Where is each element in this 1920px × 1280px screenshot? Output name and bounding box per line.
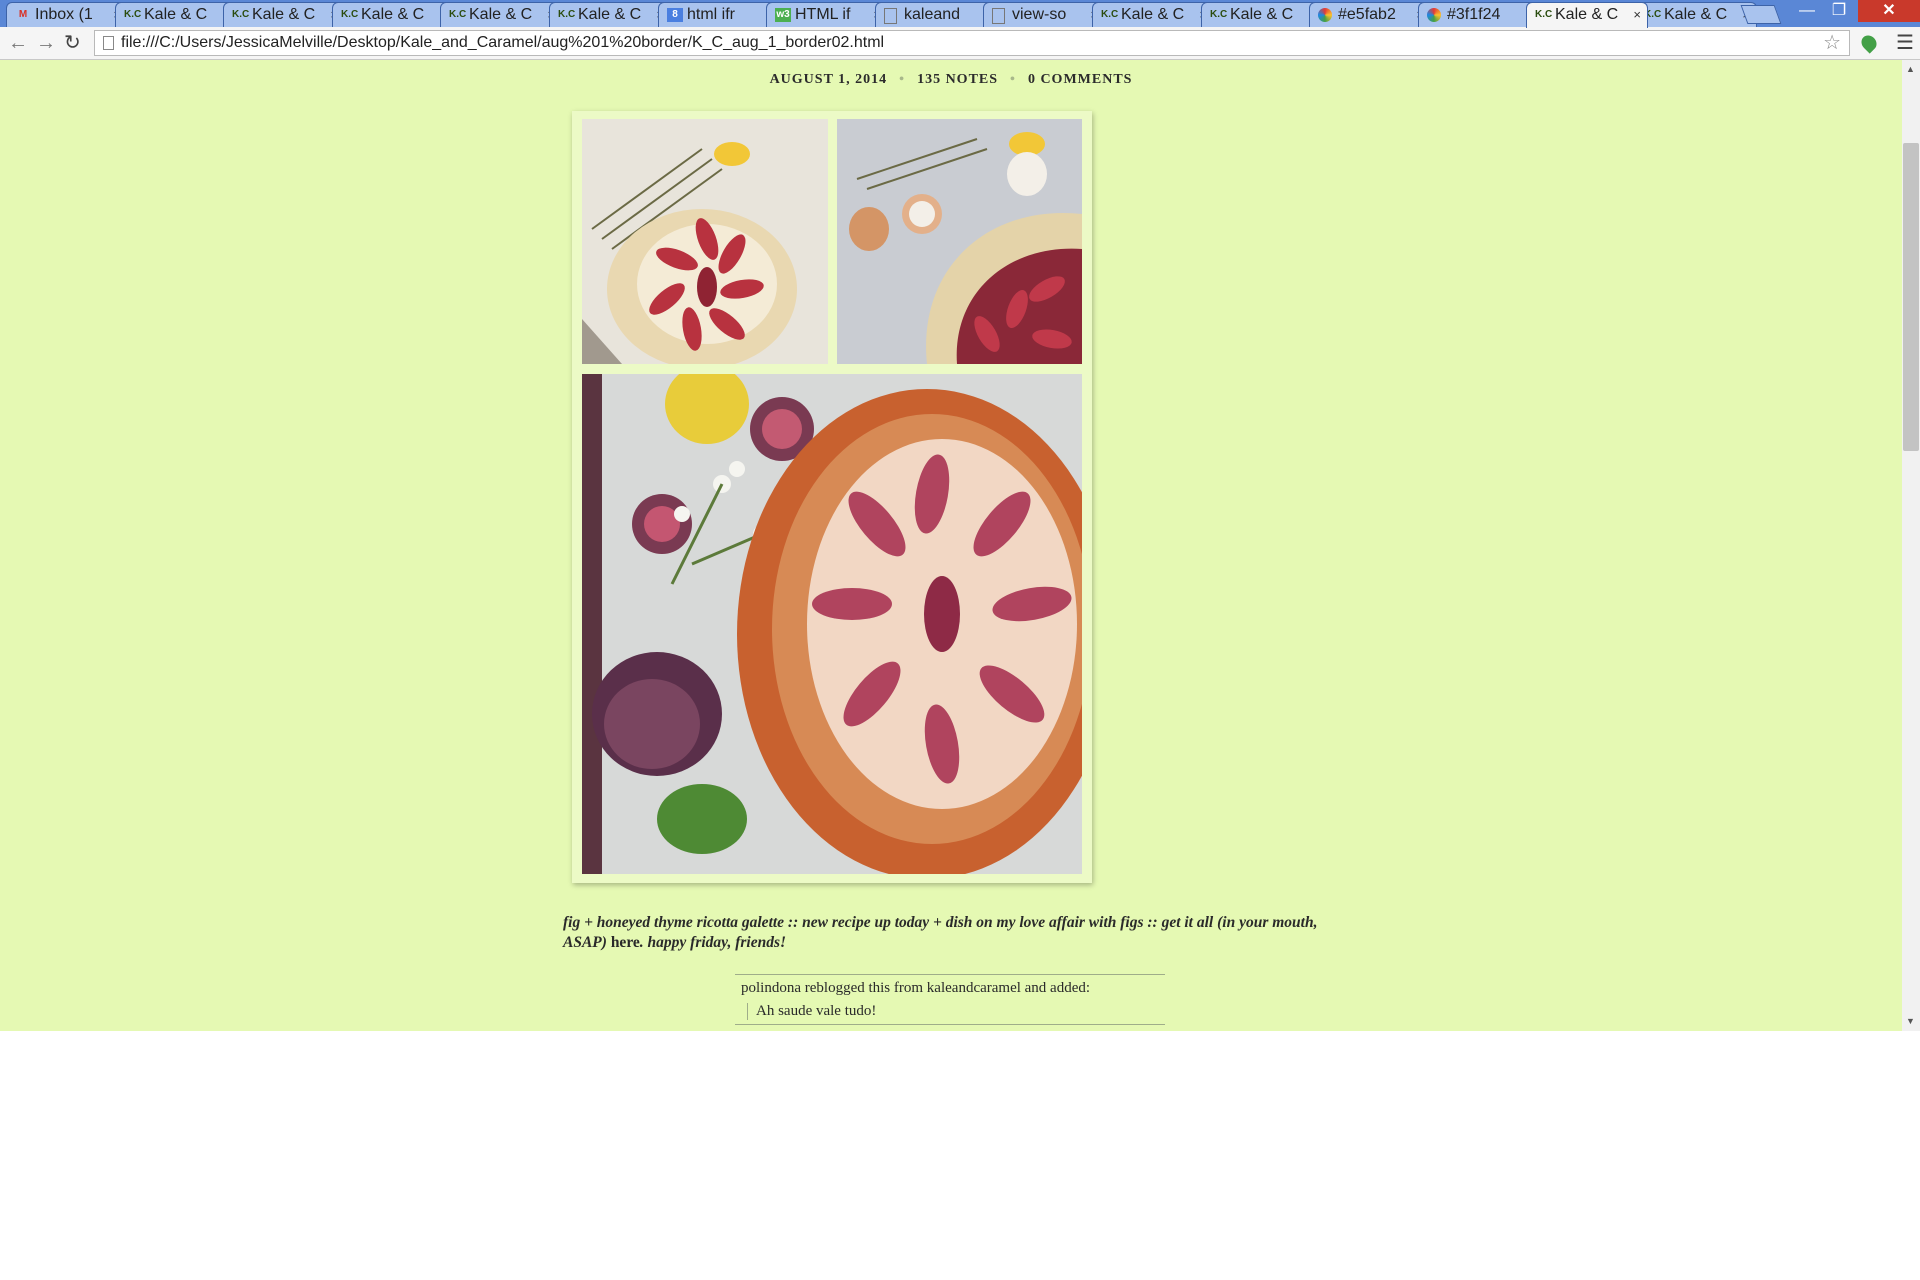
browser-tab[interactable]: kaleand× bbox=[875, 2, 997, 27]
tab-title: Kale & C bbox=[469, 6, 533, 23]
reblog-quote: Ah saude vale tudo! bbox=[747, 1003, 1159, 1020]
tab-title: Kale & C bbox=[361, 6, 425, 23]
site-favicon-icon: K.C bbox=[449, 9, 467, 20]
w3-icon: w3 bbox=[775, 8, 791, 22]
maximize-button[interactable]: ❐ bbox=[1824, 0, 1854, 22]
bookmark-star-icon[interactable]: ☆ bbox=[1823, 31, 1841, 55]
caption-end: . happy friday, friends! bbox=[639, 934, 787, 951]
color-picker-icon bbox=[1427, 8, 1441, 22]
browser-tab[interactable]: 8html ifr× bbox=[658, 2, 780, 27]
color-picker-icon bbox=[1318, 8, 1332, 22]
site-favicon-icon: K.C bbox=[232, 9, 250, 20]
browser-tab[interactable]: view-so× bbox=[983, 2, 1105, 27]
tab-title: Kale & C bbox=[1121, 6, 1185, 23]
galette-raw-photo[interactable] bbox=[582, 119, 828, 364]
browser-tab[interactable]: #3f1f24× bbox=[1418, 2, 1540, 27]
post-notes-count[interactable]: 135 NOTES bbox=[917, 72, 998, 87]
gmail-icon: M bbox=[18, 9, 28, 20]
browser-tab[interactable]: w3HTML if× bbox=[766, 2, 888, 27]
scrollbar-thumb[interactable] bbox=[1903, 143, 1919, 451]
browser-tab[interactable]: K.CKale & C× bbox=[440, 2, 562, 27]
site-favicon-icon: K.C bbox=[1535, 9, 1553, 20]
google-icon: 8 bbox=[667, 8, 683, 22]
tab-title: Kale & C bbox=[1555, 6, 1619, 23]
browser-tab[interactable]: #e5fab2× bbox=[1309, 2, 1431, 27]
close-tab-icon[interactable]: × bbox=[1633, 3, 1641, 27]
browser-tab[interactable]: K.CKale & C× bbox=[115, 2, 237, 27]
page-icon bbox=[884, 8, 897, 24]
address-bar[interactable]: file:///C:/Users/JessicaMelville/Desktop… bbox=[94, 30, 1850, 56]
post-caption: fig + honeyed thyme ricotta galette :: n… bbox=[563, 913, 1323, 953]
site-favicon-icon: K.C bbox=[1101, 9, 1119, 20]
site-favicon-icon: K.C bbox=[341, 9, 359, 20]
tab-title: kaleand bbox=[904, 6, 961, 23]
tab-title: #e5fab2 bbox=[1338, 6, 1396, 23]
tab-title: Inbox (1 bbox=[35, 6, 93, 23]
post-date[interactable]: AUGUST 1, 2014 bbox=[770, 72, 888, 87]
menu-icon[interactable]: ☰ bbox=[1896, 30, 1914, 56]
reload-icon[interactable]: ↻ bbox=[64, 31, 81, 55]
post-meta: AUGUST 1, 2014 • 135 NOTES • 0 COMMENTS bbox=[769, 72, 1133, 87]
browser-tab[interactable]: K.CKale & C× bbox=[1201, 2, 1323, 27]
recipe-link[interactable]: here bbox=[611, 934, 640, 951]
tab-title: HTML if bbox=[795, 6, 851, 23]
browser-tab[interactable]: K.CKale & C× bbox=[1635, 2, 1757, 27]
browser-tab[interactable]: K.CKale & C× bbox=[549, 2, 671, 27]
browser-tab[interactable]: K.CKale & C× bbox=[1092, 2, 1214, 27]
scroll-down-arrow-icon[interactable]: ▼ bbox=[1906, 1016, 1915, 1026]
scroll-up-arrow-icon[interactable]: ▲ bbox=[1906, 64, 1915, 74]
blog-page: AUGUST 1, 2014•135 NOTES•0 COMMENTS bbox=[0, 60, 1902, 1031]
browser-toolbar: ← → ↻ file:///C:/Users/JessicaMelville/D… bbox=[0, 27, 1920, 60]
post-comments-count[interactable]: 0 COMMENTS bbox=[1028, 72, 1133, 87]
tab-title: Kale & C bbox=[578, 6, 642, 23]
page-icon bbox=[992, 8, 1005, 24]
tab-title: Kale & C bbox=[252, 6, 316, 23]
site-favicon-icon: K.C bbox=[558, 9, 576, 20]
galette-folded-photo[interactable] bbox=[837, 119, 1082, 364]
new-tab-button[interactable] bbox=[1740, 5, 1782, 24]
tab-title: html ifr bbox=[687, 6, 735, 23]
browser-tab[interactable]: K.CKale & C × bbox=[1526, 2, 1648, 28]
site-favicon-icon: K.C bbox=[124, 9, 142, 20]
minimize-button[interactable]: — bbox=[1792, 0, 1822, 22]
galette-baked-photo[interactable] bbox=[582, 374, 1082, 874]
tab-title: Kale & C bbox=[1230, 6, 1294, 23]
browser-tab[interactable]: K.CKale & C× bbox=[332, 2, 454, 27]
tab-strip: MInbox (1×K.CKale & C×K.CKale & C×K.CKal… bbox=[0, 0, 1920, 28]
browser-tab[interactable]: MInbox (1× bbox=[6, 2, 128, 27]
close-window-button[interactable]: ✕ bbox=[1858, 0, 1920, 22]
extension-icon[interactable] bbox=[1858, 32, 1880, 54]
tab-title: Kale & C bbox=[1664, 6, 1728, 23]
reblog-note: polindona reblogged this from kaleandcar… bbox=[735, 974, 1165, 1025]
browser-tab[interactable]: K.CKale & C× bbox=[223, 2, 345, 27]
forward-icon[interactable]: → bbox=[36, 31, 56, 55]
reblog-line[interactable]: polindona reblogged this from kaleandcar… bbox=[741, 980, 1159, 997]
tab-title: Kale & C bbox=[144, 6, 208, 23]
tab-title: view-so bbox=[1012, 6, 1067, 23]
site-favicon-icon: K.C bbox=[1210, 9, 1228, 20]
photoset bbox=[572, 111, 1092, 883]
tab-title: #3f1f24 bbox=[1447, 6, 1501, 23]
page-icon bbox=[103, 36, 114, 50]
url-text[interactable]: file:///C:/Users/JessicaMelville/Desktop… bbox=[121, 31, 884, 55]
back-icon[interactable]: ← bbox=[8, 31, 28, 55]
